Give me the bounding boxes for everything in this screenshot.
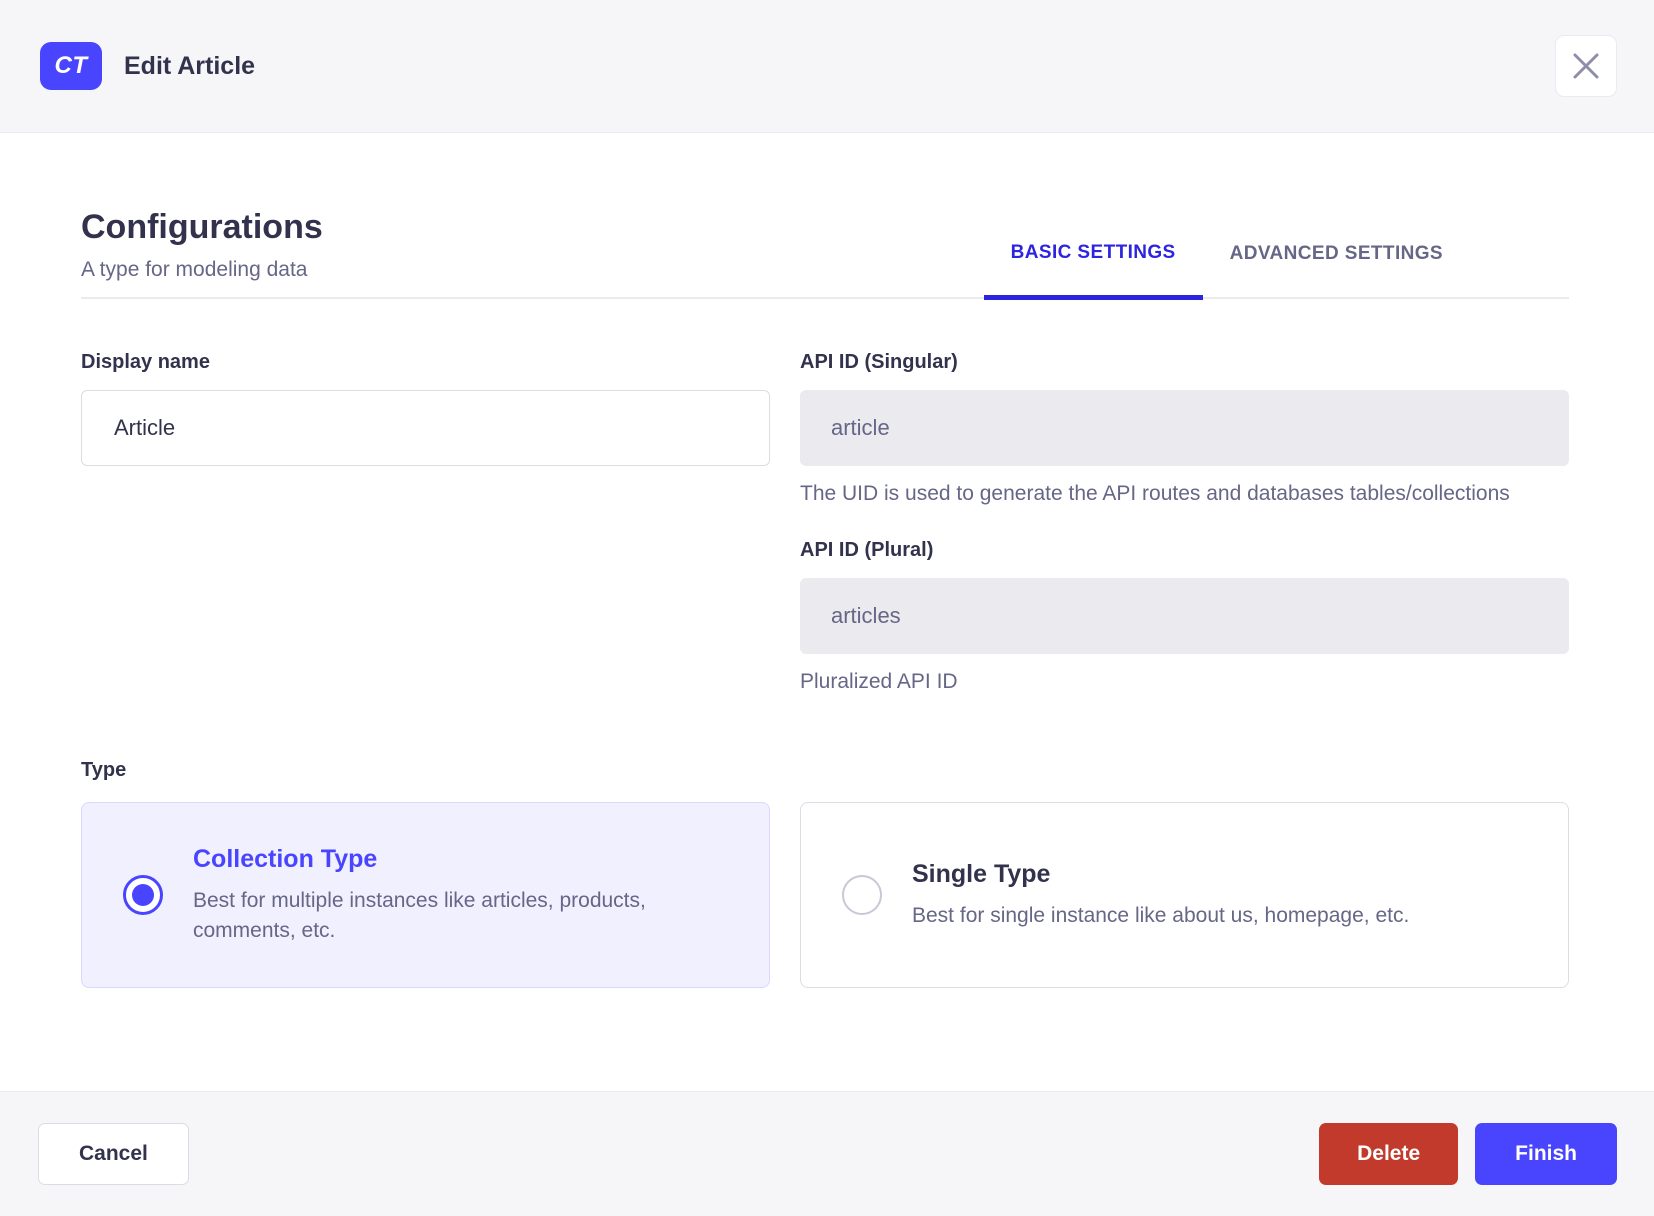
modal-footer: Cancel Delete Finish	[0, 1091, 1654, 1216]
collection-type-title: Collection Type	[193, 844, 378, 873]
api-id-singular-input	[800, 390, 1569, 466]
collection-type-description: Best for multiple instances like article…	[193, 888, 646, 942]
api-id-plural-label: API ID (Plural)	[800, 539, 934, 561]
api-id-plural-input	[800, 578, 1569, 654]
footer-actions: Delete Finish	[1319, 1123, 1617, 1185]
display-name-label: Display name	[81, 351, 210, 373]
api-id-singular-hint: The UID is used to generate the API rout…	[800, 482, 1510, 505]
tab-advanced-settings[interactable]: ADVANCED SETTINGS	[1203, 242, 1470, 297]
settings-tabs: BASIC SETTINGS ADVANCED SETTINGS	[983, 242, 1470, 300]
single-type-description: Best for single instance like about us, …	[912, 903, 1410, 927]
modal-title: Edit Article	[124, 51, 256, 80]
display-name-field: Display name	[81, 351, 770, 697]
collection-type-radio[interactable]	[123, 875, 163, 915]
api-id-plural-field: API ID (Plural) Pluralized API ID	[800, 539, 1569, 697]
collection-type-option[interactable]: Collection Type Best for multiple instan…	[81, 802, 770, 988]
single-type-option[interactable]: Single Type Best for single instance lik…	[800, 802, 1569, 988]
edit-content-type-modal: CT Edit Article Configurations A type fo…	[0, 0, 1654, 1216]
modal-header-left: CT Edit Article	[40, 42, 255, 90]
api-id-singular-field: API ID (Singular) The UID is used to gen…	[800, 351, 1569, 509]
cancel-button[interactable]: Cancel	[38, 1123, 189, 1185]
finish-button[interactable]: Finish	[1475, 1123, 1617, 1185]
delete-button[interactable]: Delete	[1319, 1123, 1459, 1185]
type-options: Collection Type Best for multiple instan…	[81, 802, 1569, 988]
single-type-title: Single Type	[912, 859, 1051, 888]
type-section: Type Collection Type Best for multiple i…	[81, 759, 1569, 988]
section-title: Configurations	[81, 208, 323, 246]
content-type-badge: CT	[40, 42, 102, 90]
modal-header: CT Edit Article	[0, 0, 1654, 133]
close-icon	[1573, 53, 1599, 79]
section-subtitle: A type for modeling data	[81, 258, 308, 281]
type-label: Type	[81, 759, 127, 781]
configuration-form: Display name API ID (Singular) The UID i…	[81, 351, 1569, 697]
api-id-column: API ID (Singular) The UID is used to gen…	[800, 351, 1569, 697]
single-type-radio[interactable]	[842, 875, 882, 915]
close-button[interactable]	[1555, 35, 1617, 97]
display-name-input[interactable]	[81, 390, 770, 466]
tab-basic-settings[interactable]: BASIC SETTINGS	[983, 242, 1203, 300]
api-id-singular-label: API ID (Singular)	[800, 351, 958, 373]
modal-body: Configurations A type for modeling data …	[0, 133, 1654, 1091]
collection-type-text: Collection Type Best for multiple instan…	[193, 845, 729, 946]
api-id-plural-hint: Pluralized API ID	[800, 670, 958, 693]
configurations-titles: Configurations A type for modeling data	[81, 207, 323, 297]
single-type-text: Single Type Best for single instance lik…	[912, 860, 1409, 931]
configurations-header: Configurations A type for modeling data …	[81, 207, 1569, 300]
